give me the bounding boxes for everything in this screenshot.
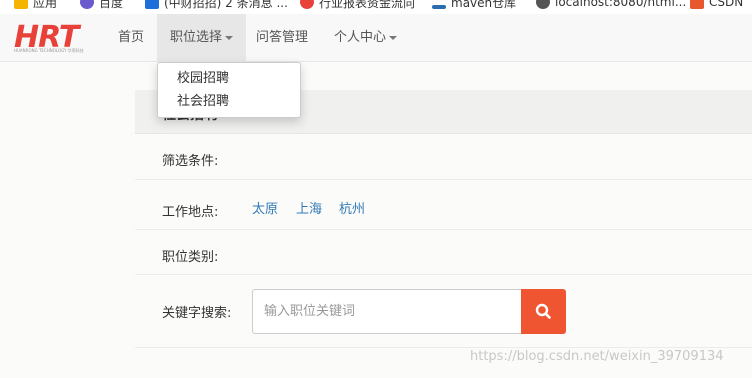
location-row: 工作地点: 太原 上海 杭州: [135, 180, 752, 230]
bookmark-3[interactable]: 行业报表资金流向: [300, 0, 415, 11]
bookmark-2[interactable]: (中财招招) 2 条消息 ...: [145, 0, 288, 11]
menu-item-campus[interactable]: 校园招聘: [158, 67, 300, 90]
search-button[interactable]: [521, 289, 566, 334]
bookmark-baidu[interactable]: 百度: [80, 0, 123, 11]
nav-personal-label: 个人中心: [334, 30, 387, 45]
nav-home[interactable]: 首页: [105, 14, 157, 61]
bookmarks-bar: 应用 百度 (中财招招) 2 条消息 ... 行业报表资金流向 maven仓库 …: [0, 0, 752, 14]
positions-dropdown-menu: 校园招聘 社会招聘: [157, 62, 301, 118]
maven-icon: [432, 5, 446, 9]
location-hangzhou[interactable]: 杭州: [339, 198, 365, 217]
location-taiyuan[interactable]: 太原: [252, 198, 278, 217]
caret-down-icon: [225, 35, 234, 40]
bookmark-csdn[interactable]: CSDN: [690, 0, 743, 11]
baidu-icon: [80, 0, 94, 9]
search-icon: [535, 303, 551, 319]
nav-positions-label: 职位选择: [170, 30, 223, 45]
nav-personal[interactable]: 个人中心: [321, 14, 410, 61]
menu-item-social[interactable]: 社会招聘: [158, 90, 300, 113]
location-shanghai[interactable]: 上海: [296, 198, 322, 217]
location-label: 工作地点:: [162, 205, 219, 220]
nav-qa[interactable]: 问答管理: [243, 14, 321, 61]
navbar: HRT HUANRONG TECHNOLOGY 华荣科技 首页 职位选择 问答管…: [0, 14, 752, 62]
csdn-icon: [690, 0, 704, 9]
bookmark-apps[interactable]: 应用: [14, 0, 57, 11]
category-row: 职位类别:: [135, 230, 752, 275]
site-icon: [145, 0, 159, 9]
globe-icon: [536, 0, 550, 9]
filter-row: 筛选条件:: [135, 134, 752, 180]
watermark: https://blog.csdn.net/weixin_39709134: [470, 349, 724, 364]
caret-down-icon: [389, 35, 398, 40]
bookmark-localhost[interactable]: localhost:8080/html...: [536, 0, 686, 11]
site-icon: [300, 0, 314, 9]
filter-label: 筛选条件:: [162, 154, 219, 169]
category-label: 职位类别:: [162, 250, 219, 265]
nav-positions[interactable]: 职位选择: [157, 14, 247, 61]
bookmark-maven[interactable]: maven仓库: [432, 0, 516, 11]
logo-subtitle: HUANRONG TECHNOLOGY 华荣科技: [14, 48, 84, 53]
job-search-panel: 社会招聘 筛选条件: 工作地点: 太原 上海 杭州 职位类别: 关键字搜索: 输…: [135, 90, 752, 348]
keyword-search-input[interactable]: 输入职位关键词: [252, 289, 522, 334]
keyword-label: 关键字搜索:: [162, 306, 232, 321]
logo[interactable]: HRT HUANRONG TECHNOLOGY 华荣科技: [12, 20, 104, 56]
apps-icon: [14, 0, 28, 9]
